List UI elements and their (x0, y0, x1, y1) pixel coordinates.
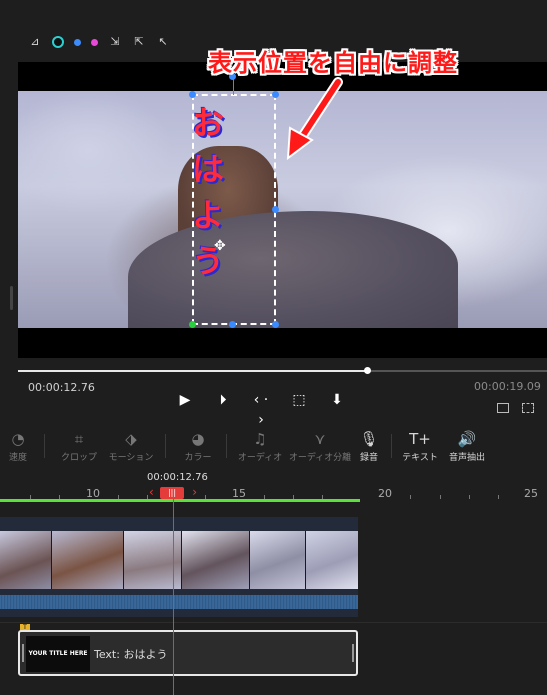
video-thumbnail (52, 531, 124, 589)
dot-pink-icon[interactable] (91, 38, 98, 46)
motion-label: モーション (108, 453, 154, 463)
text-clip-thumbnail: YOUR TITLE HERE (26, 636, 90, 672)
color-ring-icon[interactable] (52, 36, 64, 48)
resize-handle-r[interactable] (272, 206, 279, 213)
color-label: カラー (184, 453, 212, 463)
video-thumbnail (250, 531, 306, 589)
divider (165, 434, 166, 458)
crop-tool: ⌗ クロップ (59, 428, 99, 468)
video-track[interactable] (0, 517, 358, 617)
playback-progress-bar[interactable] (18, 367, 547, 374)
timeline-range-bar (0, 499, 360, 502)
ruler-tick (440, 495, 441, 499)
audio-extract-tool[interactable]: 🔊 音声抽出 (444, 428, 490, 468)
video-thumbnail (182, 531, 250, 589)
text-clip[interactable]: YOUR TITLE HERE Text: おはよう (18, 630, 358, 676)
resize-handle-tr[interactable] (272, 91, 279, 98)
overlay-text[interactable]: お は よ う (192, 100, 225, 284)
audio-split-label: オーディオ分離 (288, 453, 352, 463)
playback-progress-fill (18, 370, 368, 372)
palette-icon: ◕ (191, 430, 205, 448)
fullscreen-icon[interactable] (522, 403, 534, 413)
track-divider (0, 622, 547, 623)
ruler-label: 20 (378, 487, 392, 500)
annotation-callout: 表示位置を自由に調整 (208, 49, 458, 77)
clip-trim-handle-right[interactable] (352, 644, 354, 662)
chevron-left-icon: ‹ (149, 485, 154, 499)
text-label: テキスト (402, 453, 438, 463)
microphone-icon: 🎙 (359, 430, 379, 448)
record-label: 録音 (359, 453, 378, 463)
playhead-handle[interactable]: ||| (160, 487, 184, 499)
motion-tool: ⬗ モーション (105, 428, 157, 468)
overlay-char: は (192, 150, 225, 188)
pointer-select-icon[interactable]: ⇱ (132, 35, 146, 49)
crop-icon: ⌗ (74, 430, 84, 448)
overlay-char: よ (192, 196, 225, 234)
speed-tool: ◔ 速度 (0, 428, 36, 468)
crop-grid-icon[interactable]: ⊿ (28, 35, 42, 49)
video-thumbnail (0, 531, 52, 589)
audio-label: オーディオ (237, 453, 283, 463)
resize-handle-br[interactable] (272, 321, 279, 328)
text-tool[interactable]: T+ テキスト (400, 428, 440, 468)
edit-toolbar: ◔ 速度 ⌗ クロップ ⬗ モーション ◕ カラー ♫ オーディオ ⋎ オーディ… (0, 428, 547, 468)
move-cursor-icon: ✥ (214, 238, 226, 254)
speed-label: 速度 (8, 453, 27, 463)
divider (44, 434, 45, 458)
resize-handle-bl[interactable] (189, 321, 196, 328)
motion-icon: ⬗ (125, 430, 137, 448)
ruler-tick (469, 495, 470, 499)
audio-split-tool: ⋎ オーディオ分離 (287, 428, 353, 468)
frame-step-icon[interactable]: ‹ · › (250, 390, 272, 428)
playback-controls: ▶ ⏵ ‹ · › ⬚ ⬇ (174, 390, 348, 428)
crop-label: クロップ (60, 453, 97, 463)
pointer-cursor-icon[interactable]: ↖ (156, 35, 170, 49)
clip-trim-handle-left[interactable] (22, 644, 24, 662)
divider (391, 434, 392, 458)
playhead-line (173, 499, 174, 695)
color-tool: ◕ カラー (180, 428, 216, 468)
chevron-right-icon: › (192, 485, 197, 499)
pointer-plus-icon[interactable]: ⇲ (108, 35, 122, 49)
audio-note-icon: ♫ (253, 430, 267, 448)
ruler-label: 25 (524, 487, 538, 500)
resize-handle-b[interactable] (229, 321, 236, 328)
video-thumbnails (0, 531, 358, 589)
video-editor-window: ⊿ ⇲ ⇱ ↖ お は よ う ✥ 表示位置を自由に調整 00:00:12.76… (0, 0, 547, 695)
total-time: 00:00:19.09 (474, 380, 541, 393)
text-add-icon: T+ (409, 430, 431, 448)
playback-progress-knob[interactable] (364, 367, 371, 374)
text-clip-label: Text: おはよう (94, 648, 168, 661)
playhead-time: 00:00:12.76 (147, 472, 208, 483)
ruler-tick (410, 495, 411, 499)
add-marker-icon[interactable]: ⬇ (326, 390, 348, 410)
record-tool[interactable]: 🎙 録音 (355, 428, 383, 468)
play-from-mark-icon[interactable]: ⏵ (212, 390, 234, 410)
annotation-arrow-icon (286, 77, 343, 161)
audio-tool: ♫ オーディオ (237, 428, 283, 468)
overlay-char: お (192, 104, 225, 142)
resize-handle-tl[interactable] (189, 91, 196, 98)
pip-icon[interactable] (497, 403, 509, 413)
audio-waveform (0, 595, 358, 609)
snapshot-icon[interactable]: ⬚ (288, 390, 310, 410)
rotate-handle-stem (233, 79, 234, 95)
current-time: 00:00:12.76 (28, 381, 95, 394)
audio-extract-label: 音声抽出 (448, 453, 485, 463)
audio-split-icon: ⋎ (314, 430, 326, 448)
audio-extract-icon: 🔊 (457, 430, 477, 448)
panel-resize-grip[interactable] (10, 286, 13, 310)
dot-blue-icon[interactable] (74, 38, 81, 46)
speed-icon: ◔ (11, 430, 25, 448)
video-thumbnail (306, 531, 358, 589)
divider (226, 434, 227, 458)
play-icon[interactable]: ▶ (174, 390, 196, 410)
ruler-tick (498, 495, 499, 499)
